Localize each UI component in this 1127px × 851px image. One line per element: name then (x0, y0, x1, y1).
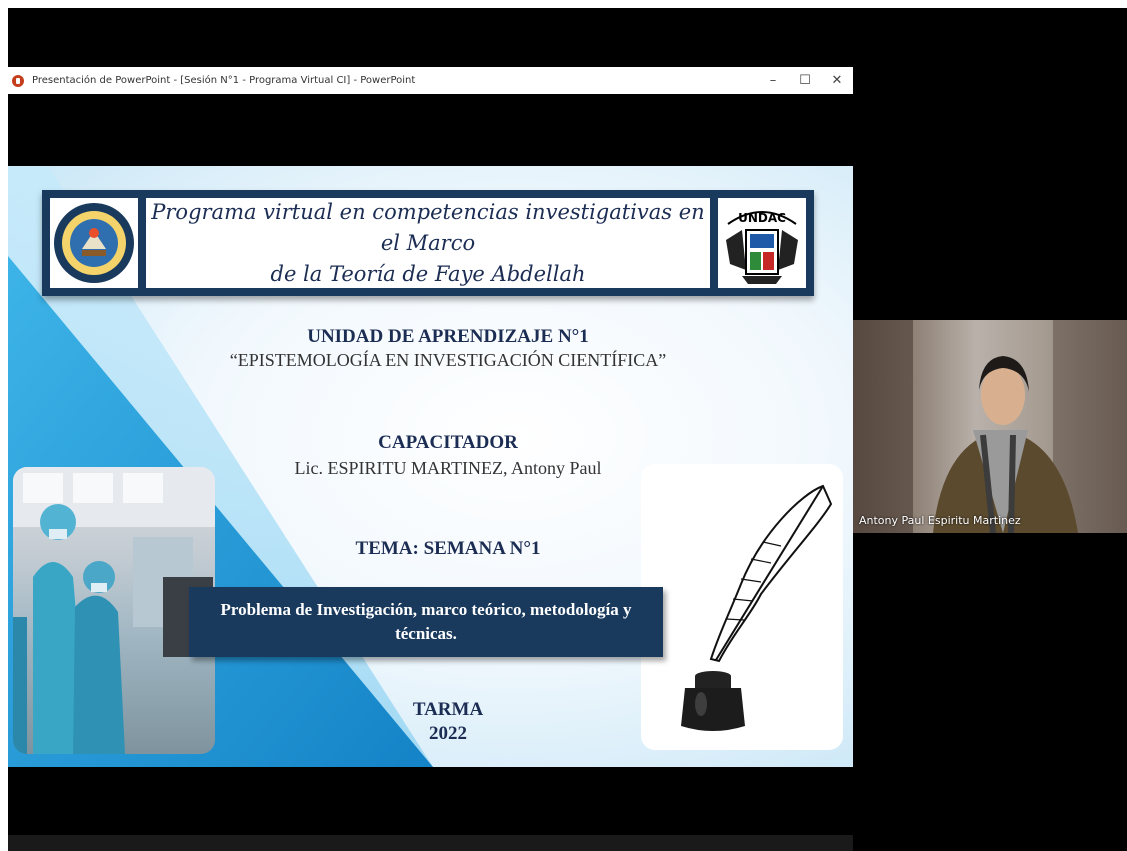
problem-statement-box: Problema de Investigación, marco teórico… (189, 587, 663, 657)
minimize-button[interactable]: – (757, 73, 789, 88)
year-label: 2022 (429, 723, 467, 744)
nurses-photo (13, 467, 215, 754)
trainer-name: Lic. ESPIRITU MARTINEZ, Antony Paul (294, 458, 602, 478)
powerpoint-title-bar: Presentación de PowerPoint - [Sesión N°1… (8, 67, 853, 94)
trainer-heading: CAPACITADOR (378, 432, 518, 453)
undac-logo-text: UNDAC (738, 211, 786, 225)
program-title-line-1: Programa virtual en competencias investi… (151, 199, 705, 255)
powerpoint-icon (12, 74, 24, 87)
program-title: Programa virtual en competencias investi… (146, 198, 710, 288)
city-label: TARMA (412, 699, 484, 720)
window-title: Presentación de PowerPoint - [Sesión N°1… (32, 75, 416, 86)
undac-logo: UNDAC (718, 198, 806, 288)
university-seal-logo (50, 198, 138, 288)
presentation-slide: Programa virtual en competencias investi… (8, 166, 853, 767)
bottom-toolbar (8, 835, 853, 851)
unit-subtitle: “EPISTEMOLOGÍA EN INVESTIGACIÓN CIENTÍFI… (229, 350, 667, 370)
title-banner: Programa virtual en competencias investi… (42, 190, 814, 296)
program-title-line-2: de la Teoría de Faye Abdellah (270, 261, 586, 286)
topic-heading: TEMA: SEMANA N°1 (355, 538, 541, 559)
participant-name: Antony Paul Espiritu Martinez (859, 514, 1021, 527)
maximize-button[interactable]: ☐ (789, 73, 821, 88)
unit-title: UNIDAD DE APRENDIZAJE N°1 (307, 326, 589, 347)
participant-video-tile[interactable]: Antony Paul Espiritu Martinez (853, 320, 1127, 533)
close-button[interactable]: ✕ (821, 73, 853, 88)
participant-video (853, 320, 1127, 533)
quill-ink-illustration (641, 464, 843, 750)
